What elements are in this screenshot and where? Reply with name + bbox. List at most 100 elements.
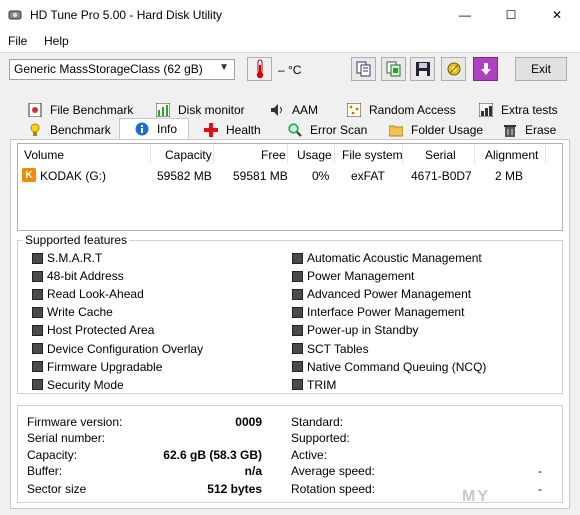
column-header-serial[interactable]: Serial (425, 148, 456, 162)
feature-label: Host Protected Area (47, 323, 155, 338)
features-right-column: Automatic Acoustic Management Power Mana… (292, 249, 486, 394)
rotation-speed-label: Rotation speed: (291, 482, 376, 496)
divider (0, 52, 580, 53)
menu-file[interactable]: File (8, 34, 27, 48)
features-left-column: S.M.A.R.T 48-bit Address Read Look-Ahead… (32, 249, 203, 394)
volume-cell[interactable]: KODAK (G:) (40, 169, 106, 183)
column-header-capacity[interactable]: Capacity (165, 148, 212, 162)
tab-label: Disk monitor (178, 102, 245, 117)
tab-erase[interactable]: Erase (503, 120, 556, 139)
thermometer-icon (256, 59, 263, 79)
options-button[interactable] (441, 57, 466, 81)
benchmark-icon (30, 123, 40, 136)
column-header-volume[interactable]: Volume (24, 148, 64, 162)
tab-label: Error Scan (310, 122, 368, 137)
floppy-disk-icon (415, 62, 430, 76)
close-button[interactable]: ✕ (534, 0, 580, 30)
tab-label: Random Access (369, 102, 456, 117)
minimize-button[interactable]: — (442, 0, 488, 30)
random-access-icon (347, 102, 361, 117)
chevron-down-icon: ▼ (219, 62, 229, 73)
alignment-cell: 2 MB (495, 169, 524, 183)
volume-table[interactable] (17, 143, 563, 231)
feature-item: Device Configuration Overlay (32, 339, 203, 357)
feature-item: Security Mode (32, 376, 203, 394)
firmware-value: 0009 (235, 415, 262, 429)
usage-cell: 0% (312, 169, 330, 183)
checkbox-checked (32, 361, 43, 373)
rotation-speed-value: - (538, 482, 542, 496)
standard-label: Standard: (291, 415, 344, 429)
column-header-alignment[interactable]: Alignment (485, 148, 538, 162)
tab-aam[interactable]: AAM (270, 100, 318, 119)
feature-item: Automatic Acoustic Management (292, 249, 486, 267)
checkbox-checked (292, 379, 303, 391)
feature-label: Read Look-Ahead (47, 287, 144, 302)
tab-label: Extra tests (501, 102, 558, 117)
exit-button[interactable]: Exit (515, 57, 567, 81)
column-divider (545, 144, 546, 164)
menu-help[interactable]: Help (44, 34, 69, 48)
copy-icon (356, 61, 370, 77)
serial-cell: 4671-B0D7 (411, 169, 472, 183)
tab-extra-tests[interactable]: Extra tests (479, 100, 558, 119)
checkbox-checked (292, 361, 303, 373)
options-icon (447, 62, 460, 76)
tab-folder-usage[interactable]: Folder Usage (389, 120, 483, 139)
tab-info[interactable]: Info (119, 118, 189, 139)
tab-file-benchmark[interactable]: File Benchmark (28, 100, 133, 119)
column-header-usage[interactable]: Usage (297, 148, 332, 162)
feature-item: Write Cache (32, 303, 203, 321)
capacity-cell: 59582 MB (157, 169, 212, 183)
column-divider (474, 144, 475, 164)
sector-size-label: Sector size (27, 482, 87, 496)
buffer-value: n/a (244, 464, 262, 478)
maximize-button[interactable]: ☐ (488, 0, 534, 30)
temperature-button[interactable] (247, 57, 272, 81)
window-title: HD Tune Pro 5.00 - Hard Disk Utility (30, 8, 223, 22)
copy-text-button[interactable] (351, 57, 376, 81)
feature-item: Interface Power Management (292, 303, 486, 321)
supported-label: Supported: (291, 431, 350, 445)
save-button[interactable] (410, 57, 435, 81)
tab-benchmark[interactable]: Benchmark (28, 120, 111, 139)
tab-health[interactable]: Health (204, 120, 261, 139)
watermark: MY (462, 488, 490, 505)
drive-select-value: Generic MassStorageClass (62 gB) (14, 62, 203, 76)
average-speed-value: - (538, 464, 542, 478)
feature-item: SCT Tables (292, 339, 486, 357)
file-benchmark-icon (28, 102, 42, 117)
minimize-icon: — (459, 8, 471, 22)
tab-label: AAM (292, 102, 319, 117)
tab-label: File Benchmark (50, 102, 134, 117)
feature-item: Host Protected Area (32, 321, 203, 339)
feature-item: Power-up in Standby (292, 321, 486, 339)
download-button[interactable] (473, 57, 498, 81)
firmware-label: Firmware version: (27, 415, 123, 429)
tab-disk-monitor[interactable]: Disk monitor (156, 100, 245, 119)
column-header-free[interactable]: Free (261, 148, 286, 162)
drive-select[interactable]: Generic MassStorageClass (62 gB) ▼ (9, 59, 235, 80)
feature-label: SCT Tables (307, 341, 369, 356)
copy-image-icon (386, 61, 400, 77)
maximize-icon: ☐ (505, 8, 517, 22)
folder-icon (389, 125, 403, 136)
checkbox-checked (32, 252, 43, 264)
checkbox-checked (32, 324, 43, 336)
tab-random-access[interactable]: Random Access (347, 100, 456, 119)
column-divider (287, 144, 288, 164)
temperature-readout: – °C (278, 63, 302, 77)
tab-error-scan[interactable]: Error Scan (288, 120, 367, 139)
column-divider (213, 144, 214, 164)
checkbox-checked (292, 324, 303, 336)
column-header-file-system[interactable]: File system (342, 148, 403, 162)
tab-label: Erase (525, 122, 557, 137)
feature-item: Advanced Power Management (292, 285, 486, 303)
feature-item: Read Look-Ahead (32, 285, 203, 303)
tab-label: Folder Usage (411, 122, 484, 137)
checkbox-checked (292, 288, 303, 300)
magnifier-icon (288, 122, 302, 137)
disk-monitor-icon (156, 102, 170, 117)
checkbox-checked (292, 270, 303, 282)
copy-screenshot-button[interactable] (381, 57, 406, 81)
